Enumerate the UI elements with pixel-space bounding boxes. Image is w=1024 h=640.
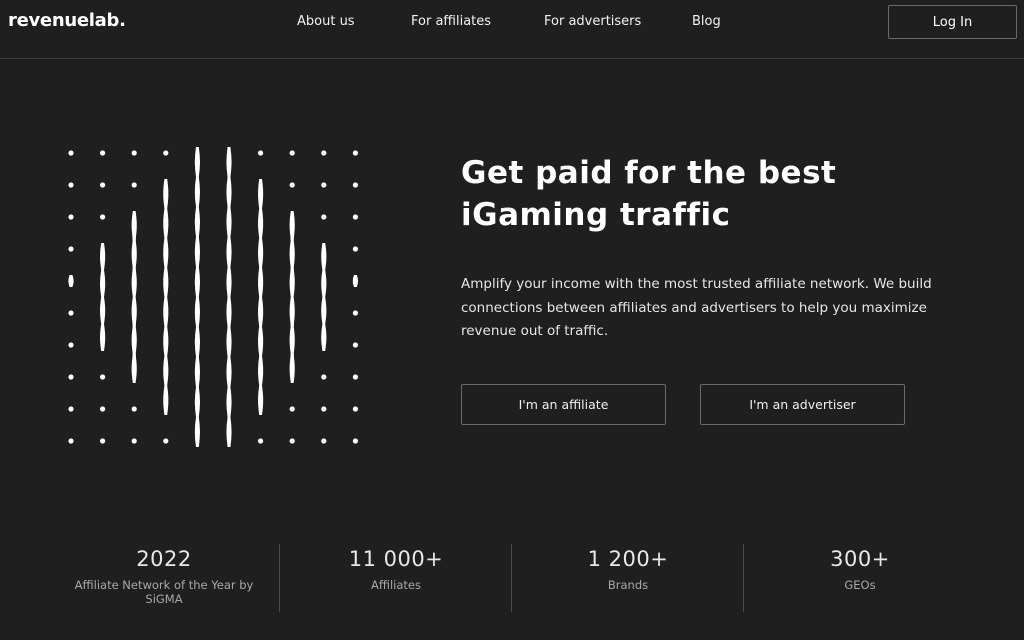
wave-line <box>68 275 74 287</box>
landing-page: revenuelab. About us For affiliates For … <box>0 0 1024 640</box>
login-button[interactable]: Log In <box>888 5 1017 39</box>
main-nav: About us For affiliates For advertisers … <box>0 0 1024 44</box>
dot <box>321 214 327 220</box>
dot <box>289 406 295 412</box>
dot <box>131 182 137 188</box>
stat-label: GEOs <box>844 578 876 592</box>
stat-value: 2022 <box>136 547 192 571</box>
stat-award: 2022 Affiliate Network of the Year by Si… <box>48 544 280 612</box>
wave-line <box>163 179 169 415</box>
hero-title-line-1: Get paid for the best <box>461 155 837 191</box>
dot <box>100 406 106 412</box>
hero-description: Amplify your income with the most truste… <box>461 276 932 339</box>
top-header: revenuelab. About us For affiliates For … <box>0 0 1024 59</box>
dot <box>163 438 169 444</box>
dot <box>352 214 358 220</box>
dot <box>68 214 74 220</box>
wave-line <box>258 179 264 415</box>
dot <box>68 310 74 316</box>
dot <box>352 406 358 412</box>
nav-blog[interactable]: Blog <box>692 14 721 29</box>
stat-geos: 300+ GEOs <box>744 544 976 612</box>
stat-value: 11 000+ <box>348 547 444 571</box>
dot <box>352 150 358 156</box>
wave-line <box>194 147 200 447</box>
dot <box>258 150 264 156</box>
stat-brands: 1 200+ Brands <box>512 544 744 612</box>
dot <box>131 406 137 412</box>
dot <box>131 438 137 444</box>
nav-about-us[interactable]: About us <box>297 14 355 29</box>
stat-value: 1 200+ <box>587 547 669 571</box>
dot <box>68 342 74 348</box>
dot-wave-illustration <box>68 147 358 447</box>
dot <box>131 150 137 156</box>
stat-affiliates: 11 000+ Affiliates <box>280 544 512 612</box>
dot <box>321 182 327 188</box>
wave-line <box>352 275 358 287</box>
wave-line <box>321 243 327 351</box>
dot <box>68 406 74 412</box>
dot <box>258 438 264 444</box>
nav-for-advertisers[interactable]: For advertisers <box>544 14 641 29</box>
dot <box>321 406 327 412</box>
dot <box>321 438 327 444</box>
dot <box>352 438 358 444</box>
stat-label: Affiliate Network of the Year by SiGMA <box>74 578 254 606</box>
dot <box>321 150 327 156</box>
dot <box>68 246 74 252</box>
stat-label: Brands <box>607 578 649 592</box>
dot <box>352 342 358 348</box>
wave-line <box>100 243 106 351</box>
dot <box>100 374 106 380</box>
dot <box>352 310 358 316</box>
advertiser-button[interactable]: I'm an advertiser <box>700 384 905 425</box>
dot <box>289 438 295 444</box>
dot <box>352 374 358 380</box>
stat-value: 300+ <box>830 547 890 571</box>
dot <box>289 150 295 156</box>
wave-line <box>289 211 295 383</box>
dot <box>352 182 358 188</box>
dot <box>100 150 106 156</box>
stat-label: Affiliates <box>371 578 421 592</box>
hero-title-line-2: iGaming traffic <box>461 197 731 233</box>
dot <box>100 214 106 220</box>
dot <box>289 182 295 188</box>
dot <box>352 246 358 252</box>
dot <box>100 438 106 444</box>
affiliate-button[interactable]: I'm an affiliate <box>461 384 666 425</box>
dot <box>68 182 74 188</box>
wave-line <box>131 211 137 383</box>
dot <box>163 150 169 156</box>
hero-title: Get paid for the best iGaming traffic <box>461 152 931 236</box>
dot <box>321 374 327 380</box>
dot <box>68 150 74 156</box>
wave-line <box>226 147 232 447</box>
dot <box>100 182 106 188</box>
nav-for-affiliates[interactable]: For affiliates <box>411 14 491 29</box>
dot <box>68 438 74 444</box>
dot <box>68 374 74 380</box>
